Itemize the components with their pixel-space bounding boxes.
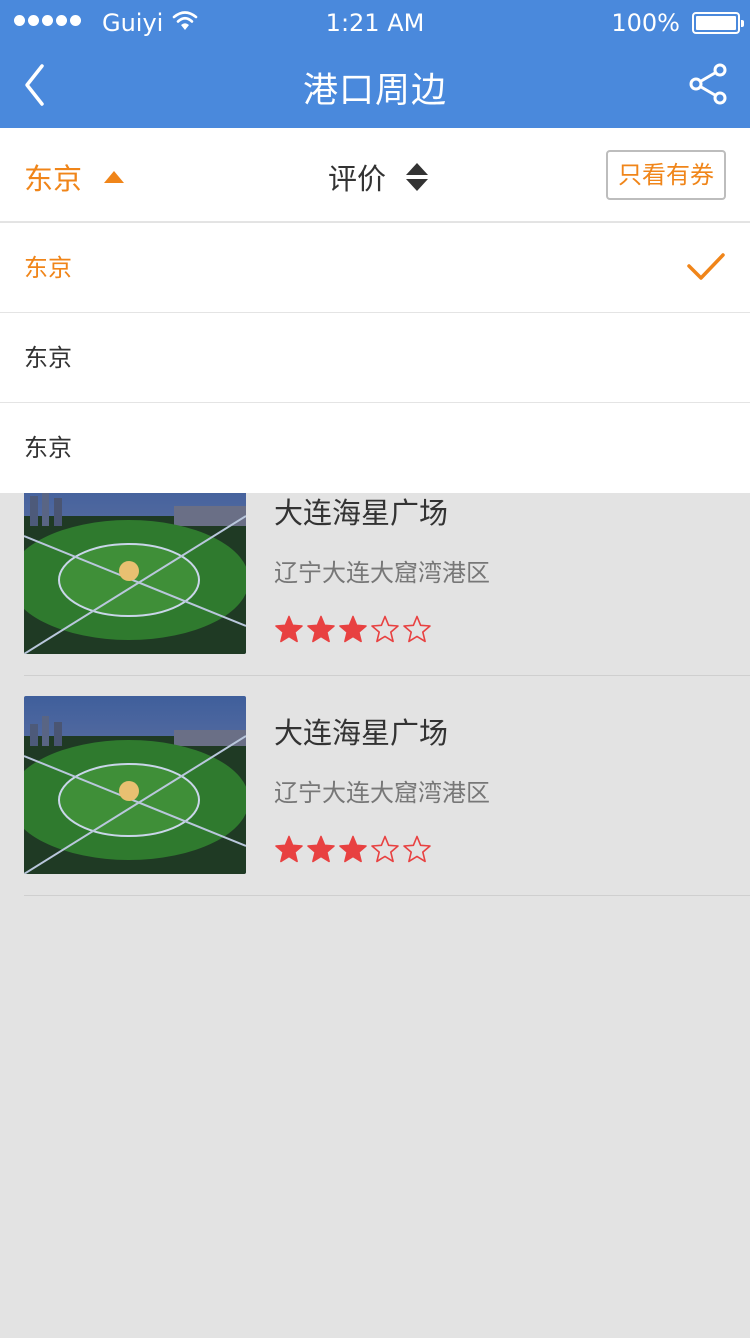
star-filled-icon <box>307 615 335 643</box>
star-filled-icon <box>339 835 367 863</box>
triangle-up-icon <box>104 171 125 183</box>
battery-percent: 100% <box>611 9 680 37</box>
star-filled-icon <box>339 615 367 643</box>
sort-filter[interactable]: 评价 <box>328 156 429 198</box>
header: Guiyi 1:21 AM 100% 港口周边 <box>0 0 750 128</box>
dropdown-option-label: 东京 <box>24 254 72 282</box>
battery-icon <box>692 12 744 34</box>
star-filled-icon <box>307 835 335 863</box>
page-title: 港口周边 <box>302 71 447 111</box>
place-thumbnail <box>24 696 246 874</box>
list-item[interactable]: 大连海星广场 辽宁大连大窟湾港区 <box>24 676 750 896</box>
place-address: 辽宁大连大窟湾港区 <box>274 559 490 587</box>
sort-arrows-icon <box>406 163 429 191</box>
rating-stars <box>274 835 432 865</box>
rating-stars <box>274 615 432 645</box>
city-filter-label: 东京 <box>24 162 83 196</box>
star-filled-icon <box>275 835 303 863</box>
place-thumbnail <box>24 476 246 654</box>
result-list: 大连海星广场 辽宁大连大窟湾港区 大连海星广场 辽宁大连大窟湾港区 <box>0 456 750 896</box>
place-address: 辽宁大连大窟湾港区 <box>274 779 490 807</box>
star-empty-icon <box>371 615 399 643</box>
status-bar: Guiyi 1:21 AM 100% <box>0 0 750 44</box>
dropdown-option[interactable]: 东京 <box>0 223 750 313</box>
dropdown-option-label: 东京 <box>24 434 72 462</box>
star-empty-icon <box>371 835 399 863</box>
checkmark-icon <box>687 253 725 280</box>
city-dropdown: 东京 东京 东京 <box>0 223 750 493</box>
coupon-only-button[interactable]: 只看有券 <box>606 150 726 200</box>
city-filter[interactable]: 东京 <box>24 156 125 198</box>
star-empty-icon <box>403 615 431 643</box>
place-title: 大连海星广场 <box>274 496 449 530</box>
dropdown-option[interactable]: 东京 <box>0 313 750 403</box>
nav-bar: 港口周边 <box>0 44 750 128</box>
filter-bar: 东京 评价 只看有券 <box>0 128 750 222</box>
dropdown-option-label: 东京 <box>24 344 72 372</box>
star-empty-icon <box>403 835 431 863</box>
share-icon[interactable] <box>686 62 730 106</box>
dropdown-option[interactable]: 东京 <box>0 403 750 493</box>
sort-filter-label: 评价 <box>328 162 387 196</box>
star-filled-icon <box>275 615 303 643</box>
place-title: 大连海星广场 <box>274 716 449 750</box>
